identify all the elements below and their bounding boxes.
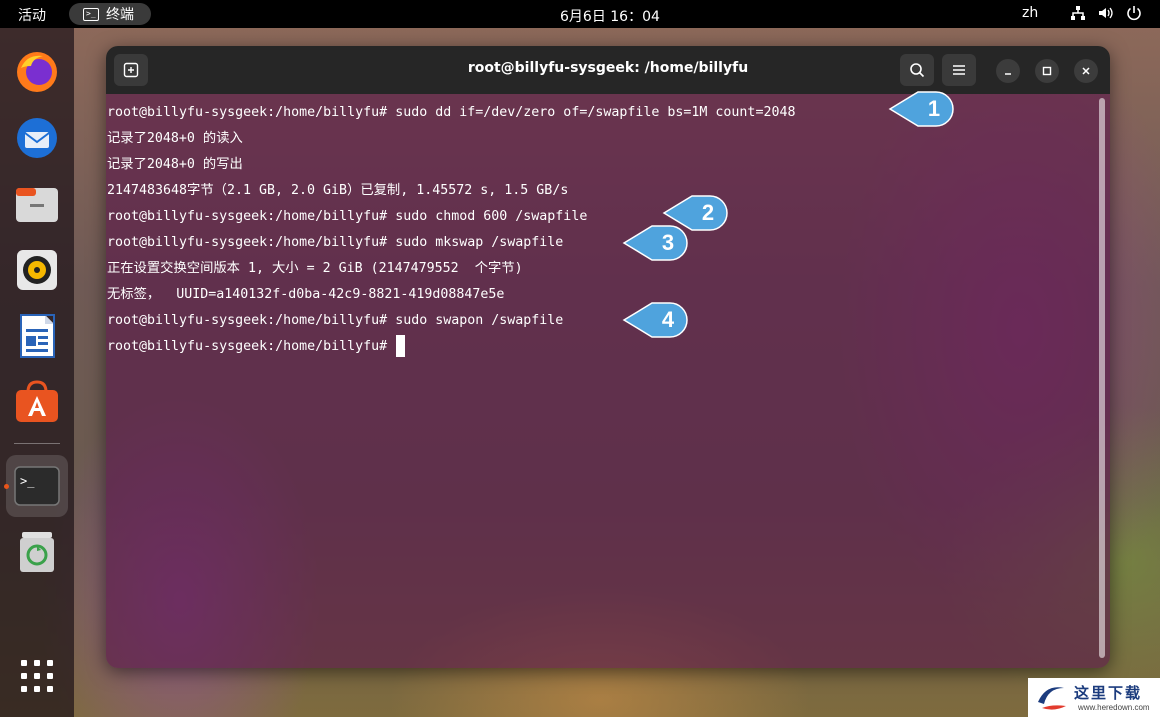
terminal-window[interactable]: root@billyfu-sysgeek: /home/billyfu root… <box>106 46 1110 668</box>
maximize-icon <box>1042 66 1052 76</box>
app-menu-button[interactable]: >_ 终端 <box>69 3 151 25</box>
menu-button[interactable] <box>942 54 976 86</box>
clock[interactable]: 6月6日 16：04 <box>560 6 660 26</box>
software-icon[interactable] <box>13 378 61 426</box>
callout-number: 4 <box>661 307 675 332</box>
activities-button[interactable]: 活动 <box>18 5 46 25</box>
watermark: 这里下载 www.heredown.com <box>1028 678 1160 717</box>
files-icon[interactable] <box>13 180 61 228</box>
search-icon <box>910 63 925 78</box>
volume-icon[interactable] <box>1098 5 1114 21</box>
watermark-title: 这里下载 <box>1074 684 1143 702</box>
terminal-line: root@billyfu-sysgeek:/home/billyfu# sudo… <box>107 235 564 250</box>
hamburger-icon <box>953 65 965 75</box>
terminal-line: root@billyfu-sysgeek:/home/billyfu# sudo… <box>107 313 564 328</box>
watermark-logo-icon <box>1038 687 1066 710</box>
svg-text:>_: >_ <box>20 474 35 488</box>
terminal-line: root@billyfu-sysgeek:/home/billyfu# sudo… <box>107 105 796 120</box>
callout-number: 1 <box>927 96 941 121</box>
power-icon[interactable] <box>1126 5 1142 21</box>
maximize-button[interactable] <box>1035 59 1059 83</box>
text-cursor <box>396 335 406 357</box>
search-button[interactable] <box>900 54 934 86</box>
terminal-line: 记录了2048+0 的写出 <box>107 157 243 172</box>
dock-separator <box>14 443 60 444</box>
app-menu-label: 终端 <box>106 7 134 23</box>
scrollbar[interactable] <box>1099 98 1105 658</box>
system-tray[interactable] <box>1070 5 1142 21</box>
callout-4: 4 <box>622 302 688 338</box>
terminal-line: 记录了2048+0 的读入 <box>107 131 243 146</box>
terminal-prompt: root@billyfu-sysgeek:/home/billyfu# <box>107 339 396 354</box>
top-bar: 活动 >_ 终端 6月6日 16：04 zh <box>0 0 1160 28</box>
minimize-icon <box>1005 73 1011 75</box>
callout-number: 3 <box>661 230 675 255</box>
network-icon[interactable] <box>1070 5 1086 21</box>
callout-1: 1 <box>888 91 954 127</box>
callout-3: 3 <box>622 225 688 261</box>
firefox-icon[interactable] <box>13 48 61 96</box>
dock: >_ <box>0 28 74 717</box>
running-indicator <box>4 484 9 489</box>
terminal-mini-icon: >_ <box>83 7 99 21</box>
terminal-prompt-line[interactable]: root@billyfu-sysgeek:/home/billyfu# <box>107 334 795 360</box>
input-language-indicator[interactable]: zh <box>1022 5 1038 21</box>
rhythmbox-icon[interactable] <box>13 246 61 294</box>
watermark-url: www.heredown.com <box>1078 703 1150 712</box>
show-apps-icon[interactable] <box>13 652 61 700</box>
window-headerbar[interactable]: root@billyfu-sysgeek: /home/billyfu <box>106 46 1110 94</box>
terminal-line: 正在设置交换空间版本 1, 大小 = 2 GiB (2147479552 个字节… <box>107 261 523 276</box>
trash-icon[interactable] <box>13 528 61 576</box>
close-button[interactable] <box>1074 59 1098 83</box>
terminal-line: 无标签， UUID=a140132f-d0ba-42c9-8821-419d08… <box>107 287 505 302</box>
minimize-button[interactable] <box>996 59 1020 83</box>
thunderbird-icon[interactable] <box>13 114 61 162</box>
close-icon <box>1082 67 1090 75</box>
callout-number: 2 <box>701 200 715 225</box>
writer-icon[interactable] <box>13 312 61 360</box>
terminal-icon[interactable]: >_ <box>13 462 61 510</box>
